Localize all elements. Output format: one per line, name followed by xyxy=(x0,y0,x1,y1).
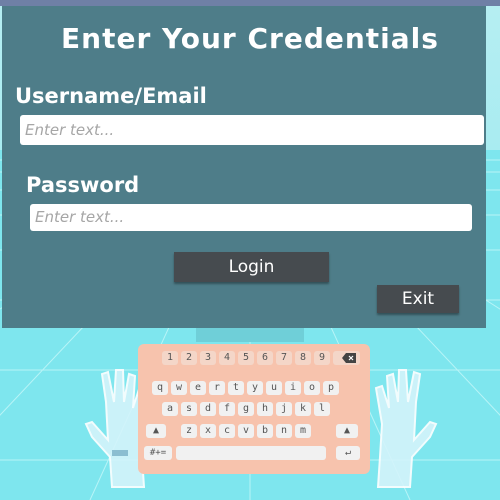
backspace-key[interactable] xyxy=(338,351,360,365)
key-3[interactable]: 3 xyxy=(200,351,216,365)
space-key[interactable] xyxy=(176,446,326,460)
exit-button[interactable]: Exit xyxy=(377,285,459,313)
key-g[interactable]: g xyxy=(238,402,254,416)
key-u[interactable]: u xyxy=(266,381,282,395)
key-j[interactable]: j xyxy=(276,402,292,416)
panel-stand xyxy=(196,328,304,342)
virtual-keyboard: 1 2 3 4 5 6 7 8 9 0 q w e r t y u i o p … xyxy=(138,344,370,474)
key-z[interactable]: z xyxy=(181,424,197,438)
key-h[interactable]: h xyxy=(257,402,273,416)
key-s[interactable]: s xyxy=(181,402,197,416)
key-m[interactable]: m xyxy=(295,424,311,438)
key-p[interactable]: p xyxy=(323,381,339,395)
key-q[interactable]: q xyxy=(152,381,168,395)
key-1[interactable]: 1 xyxy=(162,351,178,365)
password-label: Password xyxy=(26,173,140,197)
key-d[interactable]: d xyxy=(200,402,216,416)
key-7[interactable]: 7 xyxy=(276,351,292,365)
key-n[interactable]: n xyxy=(276,424,292,438)
key-y[interactable]: y xyxy=(247,381,263,395)
panel-title: Enter Your Credentials xyxy=(61,22,439,55)
key-x[interactable]: x xyxy=(200,424,216,438)
password-input[interactable]: Enter text... xyxy=(30,204,472,231)
key-r[interactable]: r xyxy=(209,381,225,395)
key-e[interactable]: e xyxy=(190,381,206,395)
right-hand-icon xyxy=(374,369,438,488)
username-input[interactable]: Enter text... xyxy=(20,115,484,145)
key-f[interactable]: f xyxy=(219,402,235,416)
key-t[interactable]: t xyxy=(228,381,244,395)
key-b[interactable]: b xyxy=(257,424,273,438)
username-label: Username/Email xyxy=(15,84,207,108)
key-2[interactable]: 2 xyxy=(181,351,197,365)
key-4[interactable]: 4 xyxy=(219,351,235,365)
key-c[interactable]: c xyxy=(219,424,235,438)
key-9[interactable]: 9 xyxy=(314,351,330,365)
key-l[interactable]: l xyxy=(314,402,330,416)
shift-left-key[interactable]: ▲ xyxy=(146,424,166,438)
symbols-key[interactable]: #+= xyxy=(144,446,172,460)
key-o[interactable]: o xyxy=(304,381,320,395)
key-8[interactable]: 8 xyxy=(295,351,311,365)
key-5[interactable]: 5 xyxy=(238,351,254,365)
login-button[interactable]: Login xyxy=(174,252,329,282)
key-6[interactable]: 6 xyxy=(257,351,273,365)
shift-right-key[interactable]: ▲ xyxy=(336,424,358,438)
backspace-icon xyxy=(342,353,356,363)
key-i[interactable]: i xyxy=(285,381,301,395)
enter-key[interactable]: ↵ xyxy=(336,446,360,460)
key-w[interactable]: w xyxy=(171,381,187,395)
key-k[interactable]: k xyxy=(295,402,311,416)
key-a[interactable]: a xyxy=(162,402,178,416)
key-v[interactable]: v xyxy=(238,424,254,438)
